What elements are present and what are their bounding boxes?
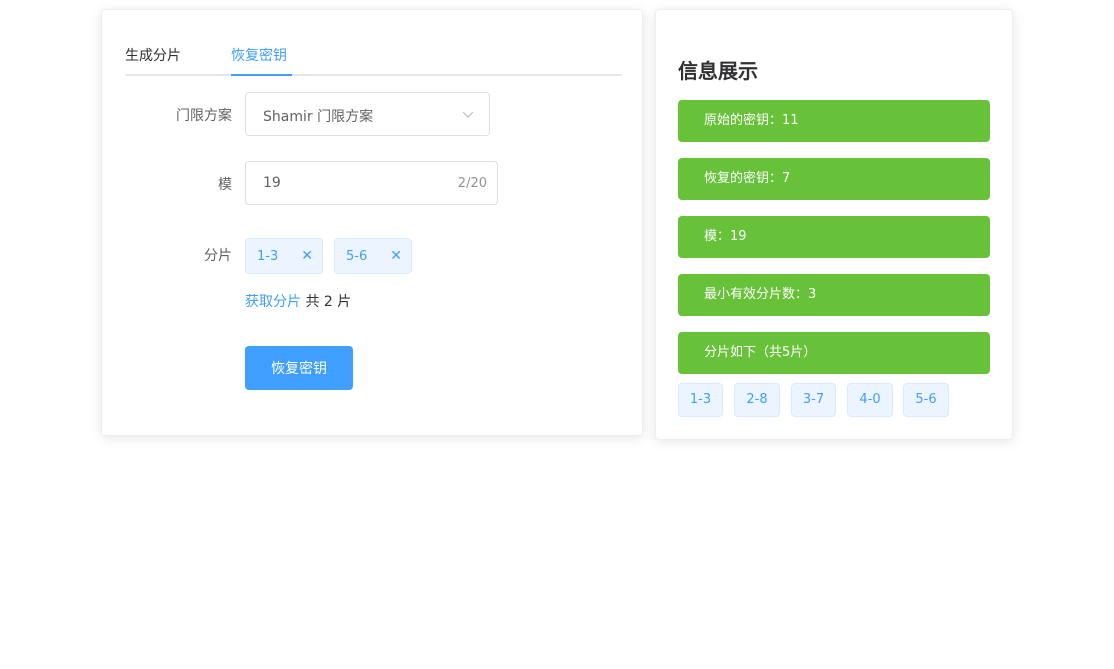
tab-generate-shares[interactable]: 生成分片 bbox=[125, 45, 181, 65]
tab-bar: 生成分片 恢复密钥 bbox=[125, 40, 622, 76]
modulus-label: 模 bbox=[218, 177, 232, 193]
share-tag: 3-7 bbox=[791, 383, 836, 417]
share-tag-label: 1-3 bbox=[257, 249, 279, 264]
min-shares-bar: 最小有效分片数：3 bbox=[678, 274, 990, 316]
share-tag: 5-6 ✕ bbox=[334, 238, 412, 274]
tab-recover-key[interactable]: 恢复密钥 bbox=[231, 45, 287, 65]
close-icon[interactable]: ✕ bbox=[390, 248, 402, 264]
recovered-key-bar: 恢复的密钥：7 bbox=[678, 158, 990, 200]
modulus-char-count: 2/20 bbox=[457, 176, 487, 191]
shares-list-bar: 分片如下（共5片） bbox=[678, 332, 990, 374]
shares-label: 分片 bbox=[204, 248, 232, 264]
info-title: 信息展示 bbox=[678, 59, 758, 83]
share-tag: 1-3 bbox=[678, 383, 723, 417]
fetch-shares-link[interactable]: 获取分片 bbox=[245, 294, 301, 310]
share-tag-label: 5-6 bbox=[346, 249, 368, 264]
recover-form-card: 生成分片 恢复密钥 门限方案 Shamir 门限方案 模 19 2/20 分片 … bbox=[101, 9, 643, 436]
info-card: 信息展示 原始的密钥：11 恢复的密钥：7 模：19 最小有效分片数：3 分片如… bbox=[655, 9, 1013, 440]
modulus-bar: 模：19 bbox=[678, 216, 990, 258]
close-icon[interactable]: ✕ bbox=[301, 248, 313, 264]
share-tag: 2-8 bbox=[734, 383, 780, 417]
recover-key-button[interactable]: 恢复密钥 bbox=[245, 346, 353, 390]
share-tag: 5-6 bbox=[903, 383, 949, 417]
scheme-select[interactable]: Shamir 门限方案 bbox=[245, 92, 490, 136]
share-tag: 1-3 ✕ bbox=[245, 238, 323, 274]
fetch-shares-line: 获取分片 共 2 片 bbox=[245, 291, 351, 311]
shares-total: 共 2 片 bbox=[305, 294, 352, 310]
original-key-bar: 原始的密钥：11 bbox=[678, 100, 990, 142]
scheme-label: 门限方案 bbox=[176, 108, 232, 124]
share-tag: 4-0 bbox=[847, 383, 893, 417]
scheme-select-value: Shamir 门限方案 bbox=[263, 109, 374, 125]
chevron-down-icon bbox=[462, 111, 474, 118]
active-tab-indicator bbox=[231, 74, 292, 76]
modulus-input-value: 19 bbox=[263, 175, 281, 191]
modulus-input[interactable]: 19 2/20 bbox=[245, 161, 498, 205]
